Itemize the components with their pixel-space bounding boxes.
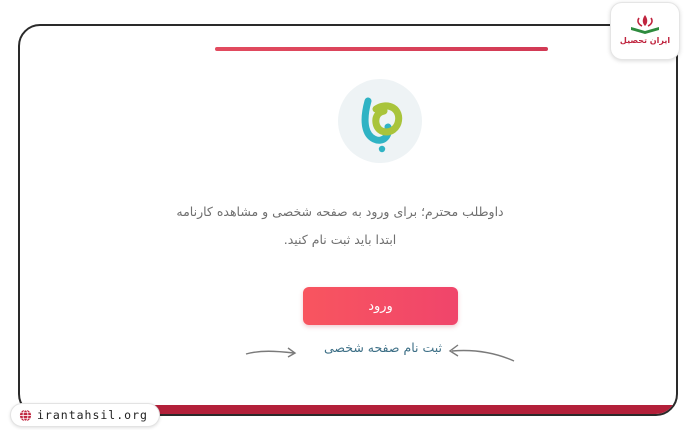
- left-arrow-icon: [245, 347, 297, 358]
- login-message: داوطلب محترم؛ برای ورود به صفحه شخصی و م…: [150, 198, 530, 254]
- card-top-accent: [215, 47, 548, 51]
- message-line-2: ابتدا باید ثبت نام کنید.: [283, 232, 397, 247]
- message-line-1: داوطلب محترم؛ برای ورود به صفحه شخصی و م…: [176, 204, 504, 219]
- brand-name: ایران تحصیل: [619, 36, 671, 45]
- login-button[interactable]: ورود: [303, 287, 458, 325]
- watermark-pill: irantahsil.org: [10, 403, 160, 427]
- globe-icon: [19, 409, 32, 421]
- book-tulip-icon: [631, 15, 659, 34]
- watermark-url: irantahsil.org: [37, 408, 148, 422]
- register-link[interactable]: ثبت نام صفحه شخصی: [308, 340, 458, 355]
- app-logo-icon: [338, 79, 422, 163]
- right-arrow-icon: [448, 344, 515, 362]
- brand-badge: ایران تحصیل: [610, 2, 680, 60]
